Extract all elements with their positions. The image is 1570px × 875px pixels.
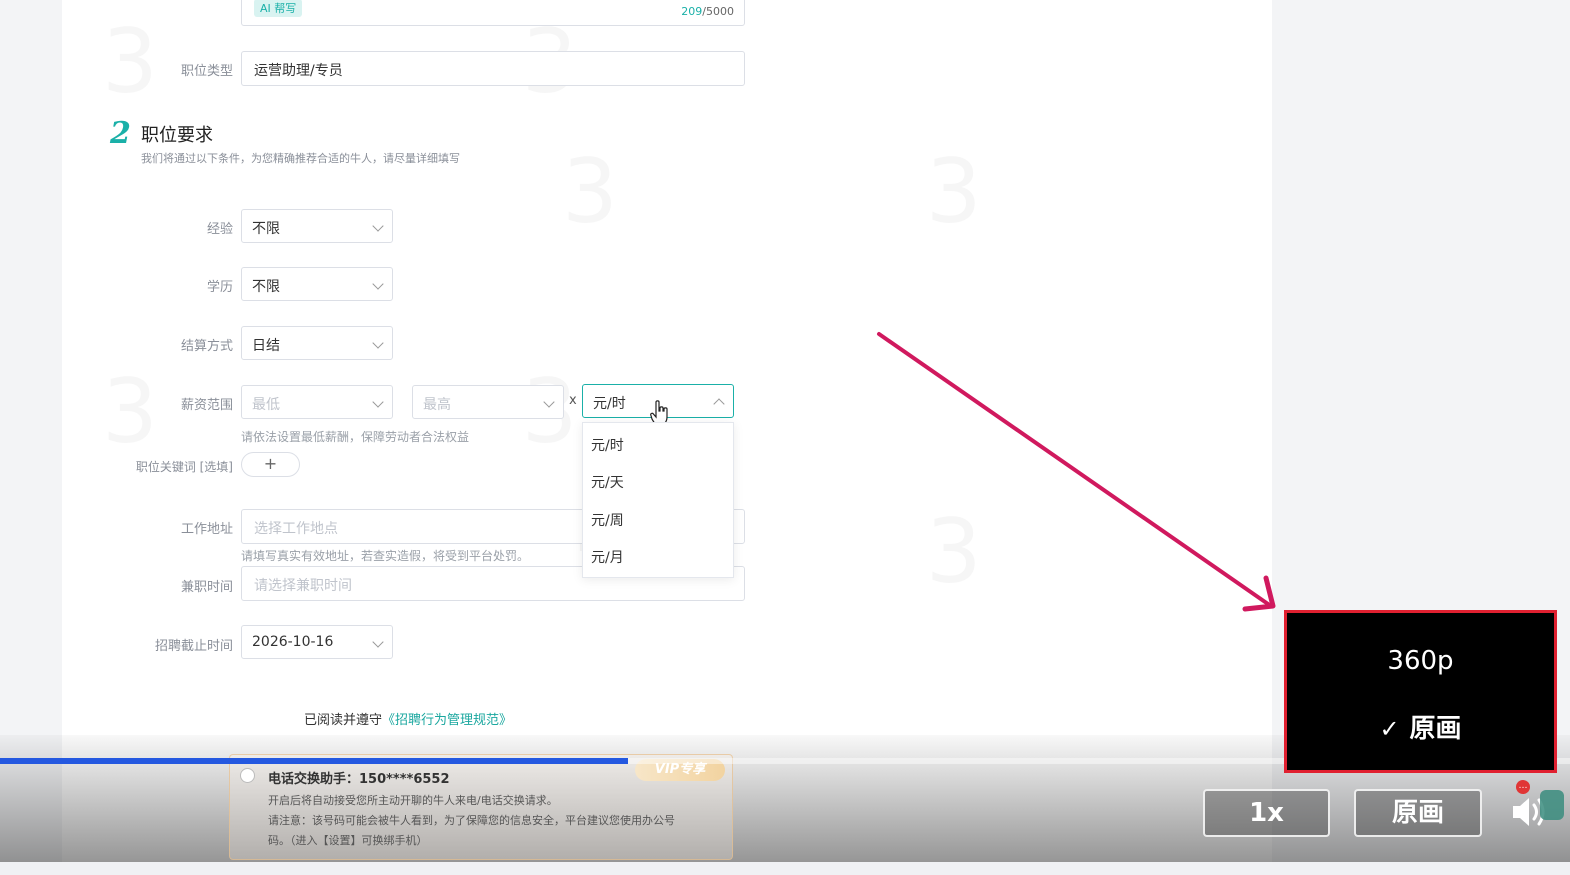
quality-menu: 360p ✓ 原画 — [1284, 610, 1557, 773]
chat-bubble-icon[interactable]: … — [1516, 780, 1530, 794]
quality-option-360p[interactable]: 360p — [1287, 646, 1554, 676]
bottom-strip — [0, 862, 1570, 875]
video-frame: 3 3 3 3 3 3 3 3 AI 帮写 209/5000 职位类型 运营助理… — [0, 0, 1570, 875]
check-icon: ✓ — [1379, 715, 1400, 743]
app-corner-icon — [1540, 790, 1564, 820]
quality-button[interactable]: 原画 — [1354, 789, 1482, 837]
quality-option-original[interactable]: ✓ 原画 — [1287, 708, 1554, 745]
speed-button[interactable]: 1x — [1203, 789, 1330, 837]
